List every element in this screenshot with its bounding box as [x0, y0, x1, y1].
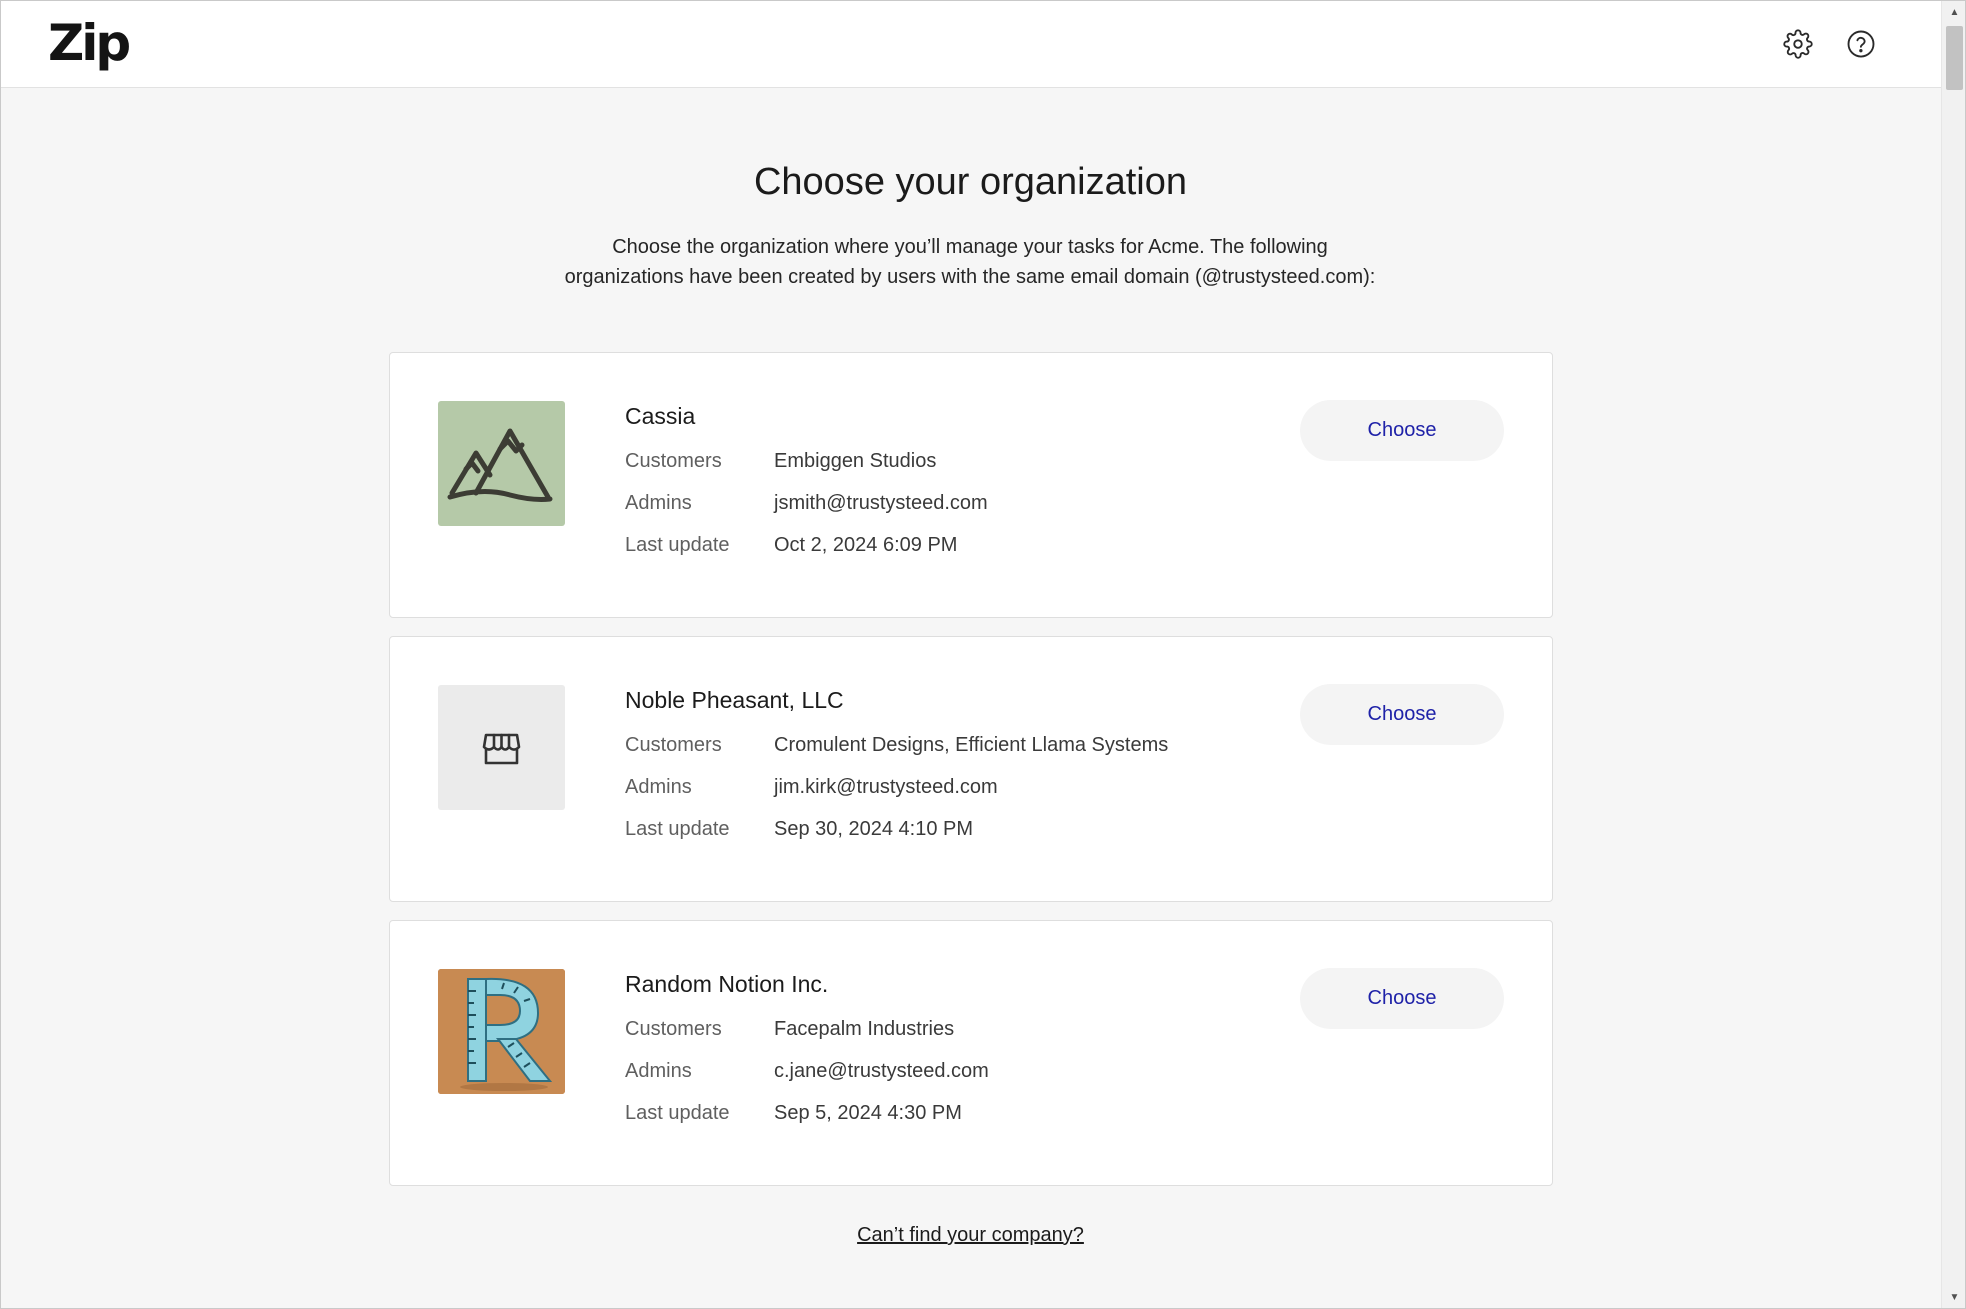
organization-card: Random Notion Inc. Customers Facepalm In…: [389, 920, 1553, 1186]
zip-logo[interactable]: Zip: [48, 14, 131, 72]
mountains-icon: [438, 401, 565, 526]
admins-label: Admins: [625, 1060, 692, 1082]
customers-label: Customers: [625, 1018, 722, 1040]
subtitle-line-2: organizations have been created by users…: [564, 266, 1376, 288]
help-circle-icon[interactable]: [1845, 28, 1877, 60]
admins-value: jsmith@trustysteed.com: [774, 492, 988, 514]
organization-name: Cassia: [625, 403, 696, 429]
admins-label: Admins: [625, 492, 692, 514]
scrollbar[interactable]: ▲ ▼: [1941, 0, 1966, 1309]
admins-label: Admins: [625, 776, 692, 798]
organization-name: Noble Pheasant, LLC: [625, 687, 844, 713]
last-update-value: Sep 30, 2024 4:10 PM: [774, 818, 974, 840]
last-update-label: Last update: [625, 1102, 730, 1124]
choose-button[interactable]: Choose: [1300, 968, 1504, 1029]
choose-button[interactable]: Choose: [1300, 684, 1504, 745]
organization-card: Cassia Customers Embiggen Studios Admins…: [389, 352, 1553, 618]
last-update-value: Oct 2, 2024 6:09 PM: [774, 534, 958, 556]
gear-icon[interactable]: [1782, 28, 1814, 60]
page-title: Choose your organization: [753, 161, 1188, 203]
customers-value: Facepalm Industries: [774, 1018, 955, 1040]
customers-value: Cromulent Designs, Efficient Llama Syste…: [774, 734, 1169, 756]
organization-card: Noble Pheasant, LLC Customers Cromulent …: [389, 636, 1553, 902]
organization-name: Random Notion Inc.: [625, 971, 829, 997]
admins-value: c.jane@trustysteed.com: [774, 1060, 989, 1082]
scroll-down-arrow-icon[interactable]: ▼: [1942, 1287, 1966, 1307]
main-content: Choose your organization Choose the orga…: [0, 89, 1941, 1309]
customers-value: Embiggen Studios: [774, 450, 937, 472]
subtitle-line-1: Choose the organization where you’ll man…: [612, 236, 1328, 258]
cant-find-company-link[interactable]: Can’t find your company?: [857, 1224, 1084, 1246]
storefront-icon: [438, 685, 565, 810]
customers-label: Customers: [625, 450, 722, 472]
last-update-label: Last update: [625, 534, 730, 556]
scrollbar-thumb[interactable]: [1946, 26, 1963, 90]
page-subtitle: Choose the organization where you’ll man…: [520, 232, 1420, 292]
last-update-value: Sep 5, 2024 4:30 PM: [774, 1102, 962, 1124]
ruler-letter-r-icon: [438, 969, 565, 1094]
choose-button[interactable]: Choose: [1300, 400, 1504, 461]
cant-find-container: Can’t find your company?: [0, 1224, 1941, 1247]
admins-value: jim.kirk@trustysteed.com: [774, 776, 998, 798]
top-bar: Zip: [0, 0, 1941, 88]
customers-label: Customers: [625, 734, 722, 756]
last-update-label: Last update: [625, 818, 730, 840]
scroll-up-arrow-icon[interactable]: ▲: [1942, 2, 1966, 22]
